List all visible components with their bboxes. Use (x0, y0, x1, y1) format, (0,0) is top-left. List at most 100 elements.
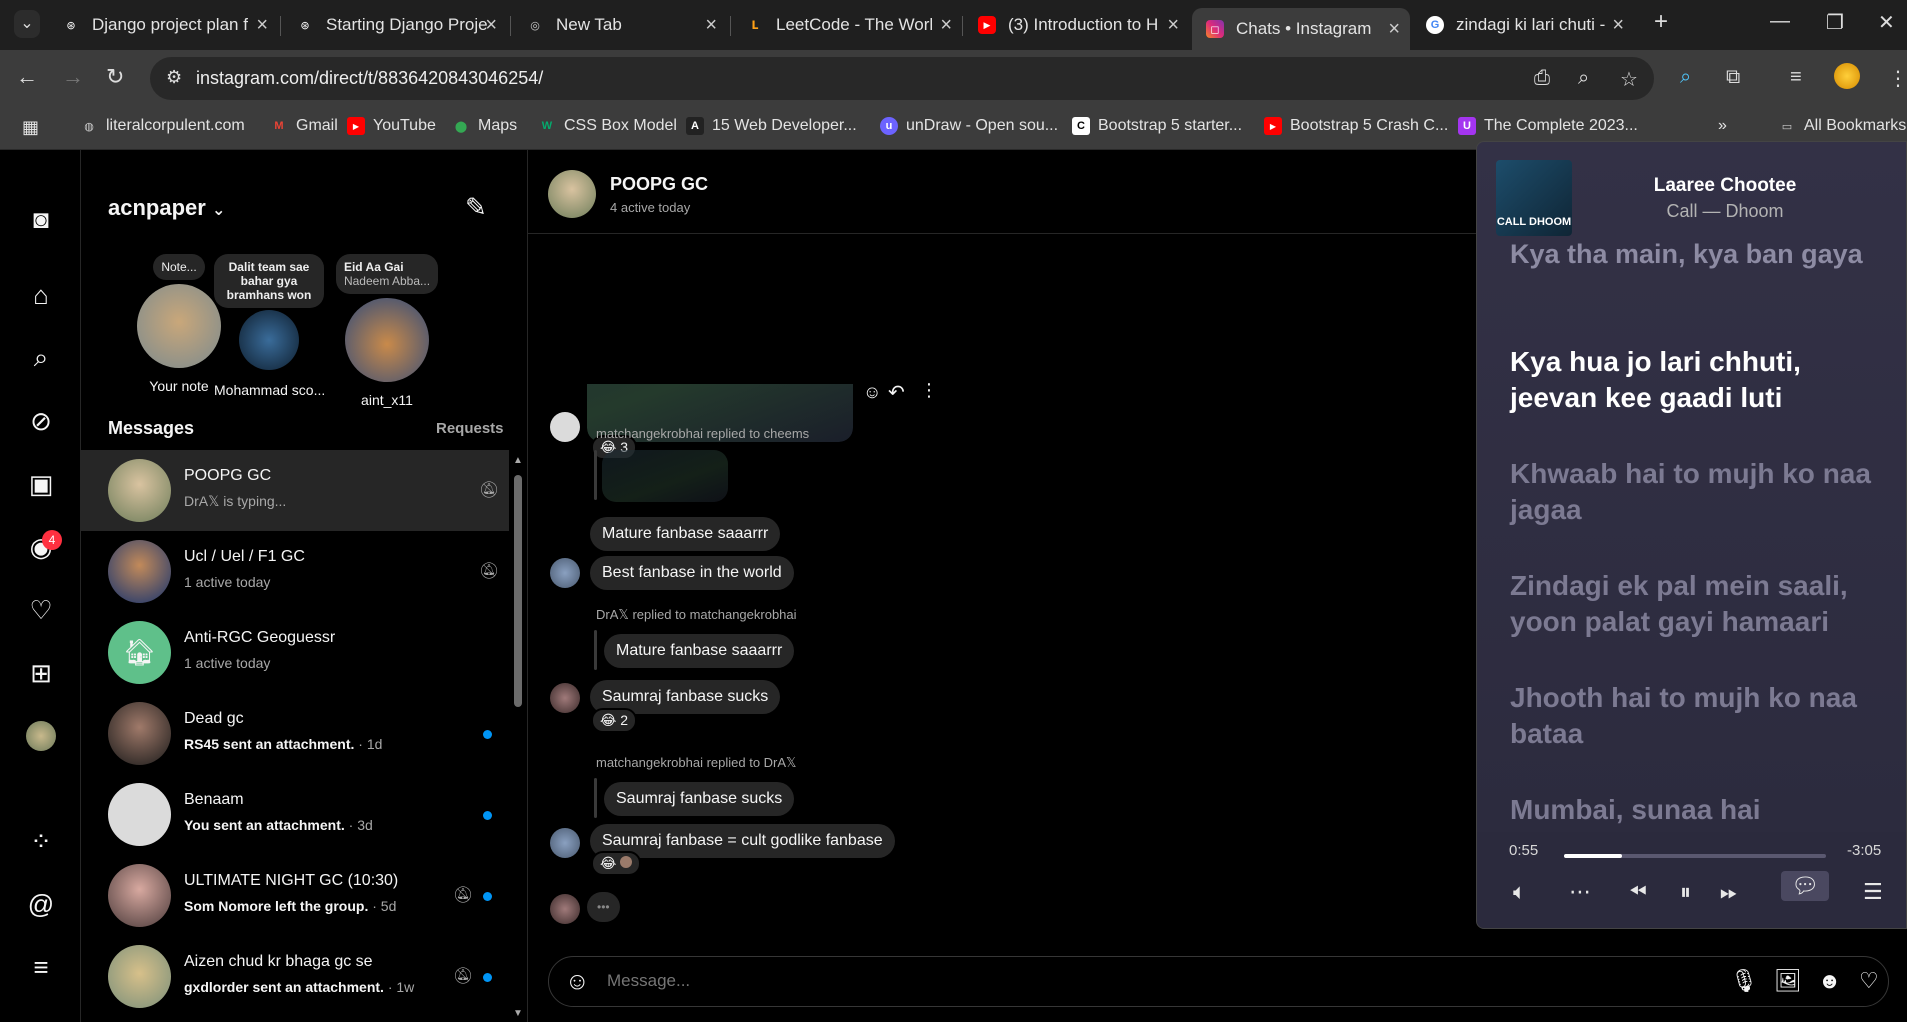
install-app-icon[interactable]: ⎙ (1534, 67, 1550, 90)
close-icon[interactable]: × (256, 14, 268, 37)
create-icon[interactable]: ⊞ (26, 658, 56, 688)
bookmark-css-box-model[interactable]: W CSS Box Model (538, 117, 677, 135)
forward-icon[interactable]: → (62, 64, 84, 90)
lyric-line-current[interactable]: Kya hua jo lari chhuti, jeevan kee gaadi… (1510, 344, 1890, 416)
tab-new-tab[interactable]: ◎ New Tab × (512, 8, 727, 42)
zoom-icon[interactable]: ⌕ (1578, 67, 1589, 90)
thread-dead-gc[interactable]: Dead gc RS45 sent an attachment. · 1d (81, 693, 509, 774)
next-track-icon[interactable]: ⏩︎ (1720, 879, 1738, 905)
home-icon[interactable]: ⌂ (26, 280, 56, 310)
quoted-message[interactable]: Mature fanbase saaarrr (604, 634, 795, 668)
threads-icon[interactable]: @ (26, 889, 56, 919)
reload-icon[interactable]: ↻ (106, 64, 124, 90)
scroll-up-arrow-icon[interactable]: ▲ (513, 455, 523, 466)
close-icon[interactable]: × (1167, 14, 1179, 37)
bookmark-bootstrap-starter[interactable]: C Bootstrap 5 starter... (1072, 117, 1242, 135)
react-emoji-icon[interactable]: ☺ (863, 382, 881, 403)
close-icon[interactable]: × (1612, 14, 1624, 37)
queue-icon[interactable]: ☰ (1863, 879, 1883, 905)
back-icon[interactable]: ← (16, 64, 38, 90)
instagram-logo-icon[interactable]: ◙ (26, 204, 56, 234)
tab-leetcode[interactable]: ᒪ LeetCode - The Worl × (732, 8, 962, 42)
bookmark-complete-2023[interactable]: U The Complete 2023... (1458, 117, 1638, 135)
extension-search-icon[interactable]: ⌕ (1680, 66, 1691, 89)
message-bubble[interactable]: Mature fanbase saaarrr (590, 517, 781, 551)
restore-button[interactable]: ❐ (1826, 10, 1844, 35)
more-menu-icon[interactable]: ≡ (26, 952, 56, 982)
bookmark-maps[interactable]: ⬤ Maps (452, 117, 517, 135)
profile-avatar[interactable] (1834, 63, 1860, 89)
bookmark-youtube[interactable]: ▶ YouTube (347, 117, 436, 135)
lyrics-toggle-icon[interactable]: 💬︎ (1781, 871, 1829, 901)
note-mohammad[interactable]: Dalit team sae bahar gya bramhans won Mo… (214, 254, 324, 398)
emoji-icon[interactable]: ☺ (565, 968, 590, 996)
lyric-line[interactable]: Mumbai, sunaa hai (1510, 792, 1890, 828)
bookmark-gmail[interactable]: M Gmail (270, 117, 337, 135)
bookmark-bootstrap-crash[interactable]: ▶ Bootstrap 5 Crash C... (1264, 117, 1448, 135)
thread-poopg-gc[interactable]: POOPG GC DrA𝕏 is typing... 🔕︎ (81, 450, 509, 531)
thread-ultimate-night-gc[interactable]: ULTIMATE NIGHT GC (10:30) Som Nomore lef… (81, 855, 509, 936)
lyric-line[interactable]: Zindagi ek pal mein saali, yoon palat ga… (1510, 568, 1890, 640)
bookmark-undraw[interactable]: u unDraw - Open sou... (880, 117, 1058, 135)
notifications-heart-icon[interactable]: ♡ (26, 595, 56, 625)
scroll-down-arrow-icon[interactable]: ▼ (513, 1008, 523, 1019)
bookmark-literalcorpulent[interactable]: ◍ literalcorpulent.com (80, 117, 245, 135)
inbox-scrollbar[interactable]: ▲ ▼ (512, 455, 524, 1022)
shared-screenshot[interactable] (587, 384, 853, 442)
more-options-icon[interactable]: ⋮ (920, 380, 938, 401)
image-icon[interactable]: 🖼︎ (1774, 968, 1802, 994)
close-icon[interactable]: × (485, 14, 497, 37)
tab-instagram[interactable]: ◻ Chats • Instagram × (1192, 8, 1410, 50)
site-info-icon[interactable]: ⚙ (166, 67, 182, 88)
close-icon[interactable]: × (705, 14, 717, 37)
reaction-pill[interactable]: 😂 (591, 851, 642, 876)
all-bookmarks[interactable]: ▭ All Bookmarks (1778, 117, 1906, 135)
lyric-line[interactable]: Jhooth hai to mujh ko naa bataa (1510, 680, 1890, 752)
tab-youtube[interactable]: ▶ (3) Introduction to H × (964, 8, 1189, 42)
thread-ucl-uel-f1[interactable]: Ucl / Uel / F1 GC 1 active today 🔕︎ (81, 531, 509, 612)
requests-link[interactable]: Requests (436, 420, 504, 437)
tab-django-plan[interactable]: ⊛ Django project plan f × (48, 8, 278, 42)
bookmark-star-icon[interactable]: ☆ (1620, 67, 1638, 92)
minimize-button[interactable]: — (1770, 10, 1790, 33)
explore-icon[interactable]: ⊘ (26, 406, 56, 436)
quoted-screenshot[interactable] (602, 450, 728, 502)
reply-icon[interactable]: ↶ (888, 380, 905, 405)
account-switcher[interactable]: acnpaper ⌄ (108, 195, 225, 221)
bookmark-15-web-developer[interactable]: A 15 Web Developer... (686, 117, 857, 135)
tab-search-icon[interactable]: ⌄ (14, 10, 40, 38)
track-title[interactable]: Laaree Chootee (1625, 175, 1825, 197)
tab-google[interactable]: Gzindagi ki lari chuti - × (1412, 8, 1634, 42)
track-artist[interactable]: Call — Dhoom (1625, 201, 1825, 222)
also-from-meta-icon[interactable]: ⁘ (26, 826, 56, 856)
menu-icon[interactable]: ⋮ (1888, 66, 1907, 91)
close-icon[interactable]: × (940, 14, 952, 37)
close-icon[interactable]: × (1388, 18, 1400, 41)
lyric-line[interactable]: Khwaab hai to mujh ko naa jagaa (1510, 456, 1890, 528)
message-input[interactable] (607, 971, 1707, 991)
scrollbar-thumb[interactable] (514, 475, 522, 707)
reels-icon[interactable]: ▣ (26, 469, 56, 499)
new-tab-button[interactable]: + (1654, 8, 1668, 36)
progress-bar[interactable] (1564, 854, 1826, 858)
message-composer[interactable]: ☺ 🎙︎ 🖼︎ ☻ ♡ (548, 956, 1889, 1007)
close-window-button[interactable]: ✕ (1878, 10, 1895, 35)
note-aint-x11[interactable]: Eid Aa Gai Nadeem Abba... aint_x11 (332, 254, 442, 408)
reaction-pill[interactable]: 😂 2 (591, 708, 638, 733)
pause-icon[interactable]: ⏸︎ (1680, 879, 1691, 905)
microphone-icon[interactable]: 🎙︎ (1730, 968, 1758, 994)
url-text[interactable]: instagram.com/direct/t/8836420843046254/ (196, 68, 543, 89)
thread-aizen-gc[interactable]: Aizen chud kr bhaga gc se gxdlorder sent… (81, 936, 509, 1017)
thread-benaam[interactable]: Benaam You sent an attachment. · 3d (81, 774, 509, 855)
address-bar[interactable]: ⚙ instagram.com/direct/t/883642084304625… (150, 57, 1654, 100)
thread-anti-rgc[interactable]: 🏠︎ Anti-RGC Geoguessr 1 active today (81, 612, 509, 693)
search-icon[interactable]: ⌕ (26, 342, 56, 373)
album-cover[interactable]: CALL DHOOM (1496, 160, 1572, 236)
tab-starting-django[interactable]: ⊛ Starting Django Proje × (282, 8, 507, 42)
sticker-icon[interactable]: ☻ (1818, 968, 1841, 994)
new-message-icon[interactable]: ✎ (465, 192, 487, 223)
profile-avatar[interactable] (26, 721, 56, 751)
more-options-icon[interactable]: ⋯ (1569, 879, 1591, 905)
more-bookmarks-icon[interactable]: » (1718, 117, 1727, 135)
media-control-icon[interactable]: ≡ (1790, 66, 1802, 89)
